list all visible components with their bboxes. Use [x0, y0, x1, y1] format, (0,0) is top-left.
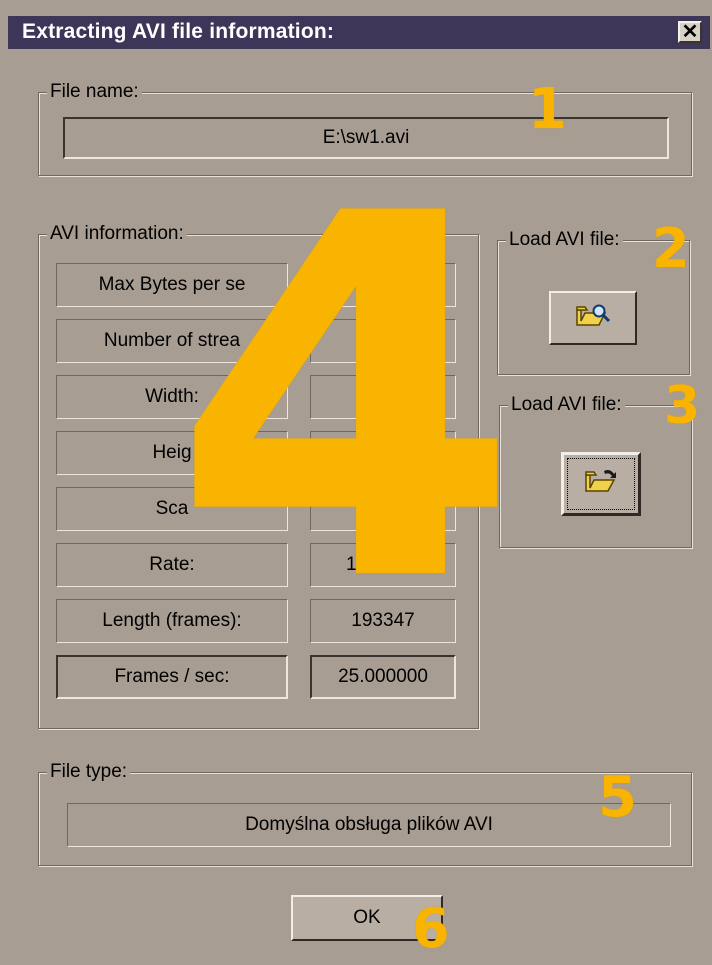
open-folder-icon: [584, 467, 618, 501]
title-bar: Extracting AVI file information: ✕: [8, 16, 710, 49]
file-type-group: File type: Domyślna obsługa plików AVI: [38, 760, 692, 866]
load-avi-legend-2: Load AVI file:: [508, 393, 625, 417]
file-type-field: Domyślna obsługa plików AVI: [67, 803, 671, 847]
load-avi-legend-1: Load AVI file:: [506, 228, 623, 252]
close-icon: ✕: [681, 21, 699, 43]
load-avi-open-button[interactable]: [561, 452, 641, 516]
file-type-legend: File type:: [47, 760, 131, 784]
callout-6: 6: [412, 897, 450, 960]
avi-information-legend: AVI information:: [47, 222, 187, 246]
avi-info-dialog: Extracting AVI file information: ✕ File …: [0, 0, 712, 965]
load-avi-search-button[interactable]: [549, 291, 637, 345]
close-button[interactable]: ✕: [678, 21, 702, 43]
callout-2: 2: [652, 217, 690, 280]
file-name-legend: File name:: [47, 80, 142, 104]
open-folder-search-icon: [575, 301, 611, 335]
callout-4: 4: [172, 109, 520, 691]
callout-3: 3: [664, 376, 701, 436]
dialog-title: Extracting AVI file information:: [22, 20, 335, 43]
callout-1: 1: [528, 77, 567, 142]
callout-5: 5: [598, 765, 637, 830]
